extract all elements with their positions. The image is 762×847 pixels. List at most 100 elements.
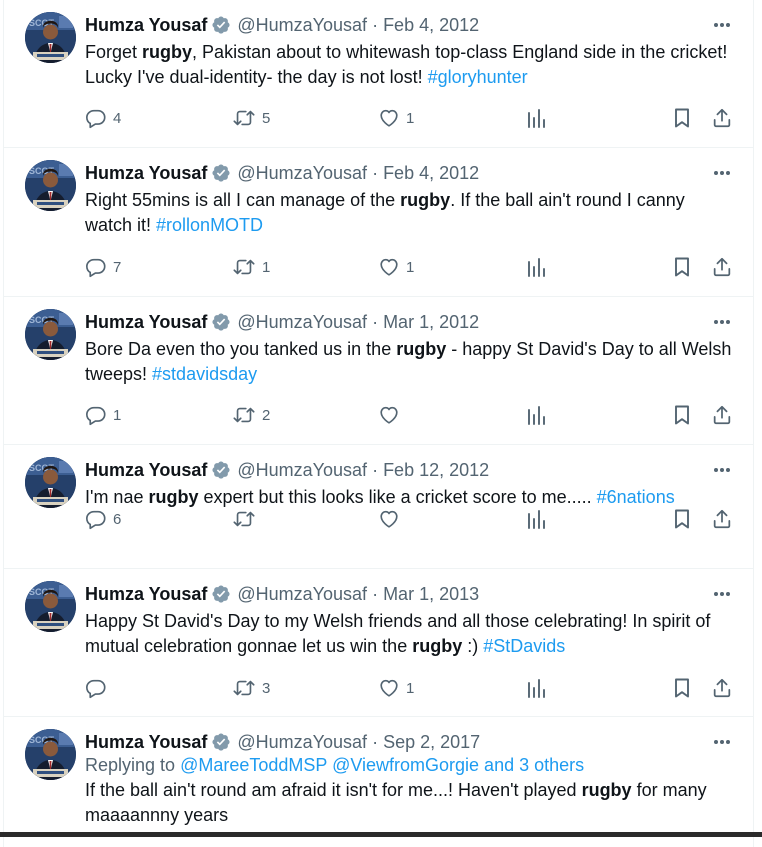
avatar[interactable]: SCOT: [25, 12, 76, 63]
author-handle[interactable]: @HumzaYousaf: [237, 460, 367, 481]
tweet-header: Humza Yousaf @HumzaYousaf · Feb 12, 2012: [85, 458, 489, 482]
bookmark-button[interactable]: [672, 675, 692, 701]
views-button[interactable]: [526, 675, 546, 701]
reply-icon: [85, 404, 107, 426]
share-icon: [711, 256, 733, 278]
avatar[interactable]: SCOT: [25, 457, 76, 508]
retweet-button[interactable]: 5: [232, 105, 270, 131]
verified-badge-icon[interactable]: [211, 732, 231, 752]
tweet[interactable]: SCOT Humza Yousaf @HumzaYousaf · Sep 2, 2017…: [4, 717, 753, 847]
verified-badge-icon[interactable]: [211, 163, 231, 183]
author-name[interactable]: Humza Yousaf: [85, 584, 207, 605]
hashtag-link[interactable]: #stdavidsday: [152, 364, 257, 384]
tweet-date[interactable]: Feb 12, 2012: [383, 460, 489, 481]
highlighted-term: rugby: [581, 780, 632, 800]
author-handle[interactable]: @HumzaYousaf: [237, 312, 367, 333]
tweet-body: Bore Da even tho you tanked us in the ru…: [85, 337, 735, 387]
tweet-header: Humza Yousaf @HumzaYousaf · Mar 1, 2013: [85, 582, 479, 606]
reply-button[interactable]: 1: [85, 402, 121, 428]
author-handle[interactable]: @HumzaYousaf: [237, 163, 367, 184]
views-button[interactable]: [526, 105, 546, 131]
reply-button[interactable]: 4: [85, 105, 121, 131]
verified-badge-icon[interactable]: [211, 584, 231, 604]
tweet[interactable]: SCOT Humza Yousaf @HumzaYousaf · Feb 4, 2012…: [4, 148, 753, 297]
reply-button[interactable]: 6: [85, 506, 121, 532]
author-name[interactable]: Humza Yousaf: [85, 163, 207, 184]
tweet-date[interactable]: Feb 4, 2012: [383, 163, 479, 184]
tweet-date[interactable]: Mar 1, 2013: [383, 584, 479, 605]
hashtag-link[interactable]: #rollonMOTD: [156, 215, 263, 235]
bookmark-button[interactable]: [672, 506, 692, 532]
verified-badge-icon[interactable]: [211, 312, 231, 332]
share-button[interactable]: [711, 402, 733, 428]
tweet-actions: 12: [85, 402, 735, 428]
hashtag-link[interactable]: #gloryhunter: [428, 67, 528, 87]
share-button[interactable]: [711, 675, 733, 701]
tweet-body: If the ball ain't round am afraid it isn…: [85, 778, 735, 828]
author-handle[interactable]: @HumzaYousaf: [237, 15, 367, 36]
verified-badge-icon[interactable]: [211, 460, 231, 480]
tweet[interactable]: SCOT Humza Yousaf @HumzaYousaf · Feb 12, 201…: [4, 445, 753, 569]
tweet[interactable]: SCOT Humza Yousaf @HumzaYousaf · Feb 4, 2012…: [4, 0, 753, 148]
share-button[interactable]: [711, 506, 733, 532]
tweet-date[interactable]: Sep 2, 2017: [383, 732, 480, 753]
author-name[interactable]: Humza Yousaf: [85, 460, 207, 481]
author-name[interactable]: Humza Yousaf: [85, 312, 207, 333]
bookmark-button[interactable]: [672, 402, 692, 428]
share-button[interactable]: [711, 105, 733, 131]
retweet-icon: [232, 404, 256, 426]
tweet-date[interactable]: Mar 1, 2012: [383, 312, 479, 333]
like-button[interactable]: [378, 506, 406, 532]
more-dots-icon[interactable]: [711, 731, 733, 753]
like-button[interactable]: [378, 402, 406, 428]
more-dots-icon[interactable]: [711, 311, 733, 333]
author-handle[interactable]: @HumzaYousaf: [237, 584, 367, 605]
author-name[interactable]: Humza Yousaf: [85, 15, 207, 36]
retweet-button[interactable]: 3: [232, 675, 270, 701]
tweet-date[interactable]: Feb 4, 2012: [383, 15, 479, 36]
more-dots-icon[interactable]: [711, 14, 733, 36]
like-heart-icon: [378, 256, 400, 278]
tweet[interactable]: SCOT Humza Yousaf @HumzaYousaf · Mar 1, 2013…: [4, 569, 753, 717]
avatar[interactable]: SCOT: [25, 309, 76, 360]
retweet-button[interactable]: 2: [232, 402, 270, 428]
hashtag-link[interactable]: #StDavids: [483, 636, 565, 656]
hashtag-link[interactable]: #6nations: [597, 487, 675, 507]
verified-badge-icon[interactable]: [211, 15, 231, 35]
share-icon: [711, 677, 733, 699]
separator-dot: ·: [372, 583, 379, 604]
tweet-text: Happy St David's Day to my Welsh friends…: [85, 609, 735, 659]
more-dots-icon[interactable]: [711, 459, 733, 481]
like-count: 1: [406, 109, 415, 127]
bookmark-button[interactable]: [672, 105, 692, 131]
like-button[interactable]: 1: [378, 105, 414, 131]
retweet-icon: [232, 508, 256, 530]
retweet-button[interactable]: [232, 506, 262, 532]
views-button[interactable]: [526, 402, 546, 428]
avatar[interactable]: SCOT: [25, 160, 76, 211]
tweet-actions: 31: [85, 675, 735, 701]
avatar[interactable]: SCOT: [25, 729, 76, 780]
share-button[interactable]: [711, 254, 733, 280]
tweet-body: Right 55mins is all I can manage of the …: [85, 188, 735, 238]
avatar[interactable]: SCOT: [25, 581, 76, 632]
views-button[interactable]: [526, 254, 546, 280]
bookmark-button[interactable]: [672, 254, 692, 280]
author-name[interactable]: Humza Yousaf: [85, 732, 207, 753]
more-dots-icon[interactable]: [711, 162, 733, 184]
more-dots-icon[interactable]: [711, 583, 733, 605]
reply-button[interactable]: [85, 675, 113, 701]
like-button[interactable]: 1: [378, 675, 414, 701]
views-button[interactable]: [526, 506, 546, 532]
tweet-header: Humza Yousaf @HumzaYousaf · Mar 1, 2012: [85, 310, 479, 334]
like-heart-icon: [378, 107, 400, 129]
like-button[interactable]: 1: [378, 254, 414, 280]
retweet-button[interactable]: 1: [232, 254, 270, 280]
tweet-header: Humza Yousaf @HumzaYousaf · Feb 4, 2012: [85, 161, 479, 185]
like-heart-icon: [378, 404, 400, 426]
author-handle[interactable]: @HumzaYousaf: [237, 732, 367, 753]
reply-button[interactable]: 7: [85, 254, 121, 280]
tweet[interactable]: SCOT Humza Yousaf @HumzaYousaf · Mar 1, 2012…: [4, 297, 753, 445]
replying-mentions[interactable]: @MareeToddMSP @ViewfromGorgie and 3 othe…: [180, 755, 584, 775]
separator-dot: ·: [372, 14, 379, 35]
